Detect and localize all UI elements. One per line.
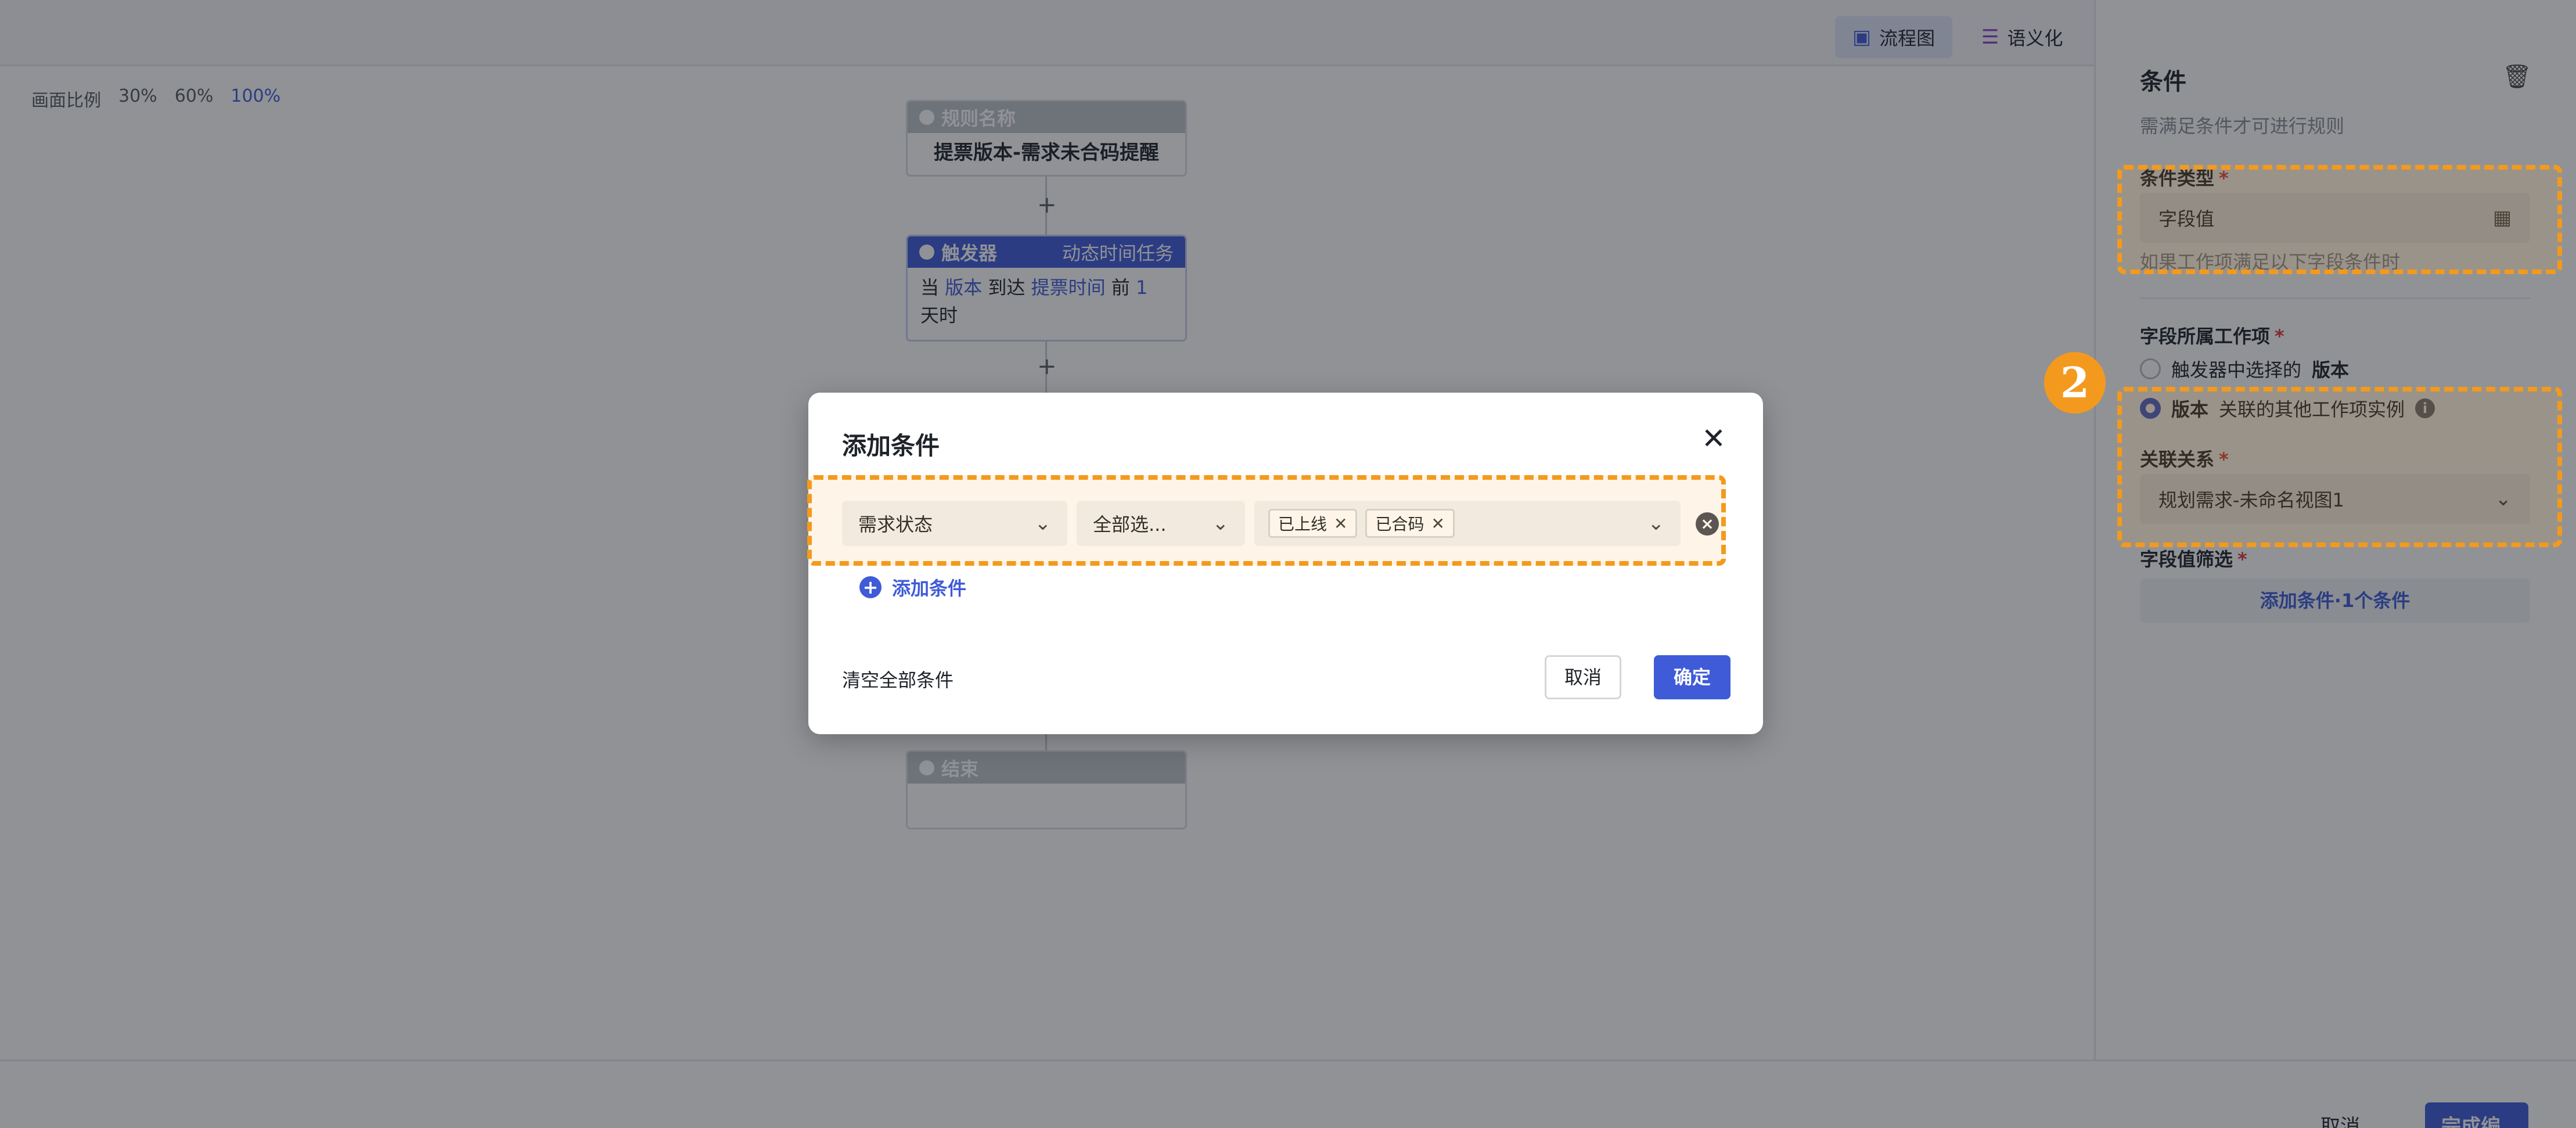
- clear-all-conditions-button[interactable]: 清空全部条件: [842, 666, 954, 692]
- plus-circle-icon: +: [859, 576, 882, 598]
- step-number-badge: 2: [2044, 352, 2106, 414]
- cancel-button[interactable]: 取消: [1545, 655, 1621, 699]
- highlight-condition-row: [807, 475, 1726, 566]
- add-condition-label: 添加条件: [892, 577, 967, 599]
- add-condition-button[interactable]: + 添加条件: [859, 574, 966, 601]
- close-icon[interactable]: ✕: [1701, 424, 1726, 453]
- highlight-condition-type: [2117, 165, 2562, 274]
- dialog-title: 添加条件: [842, 432, 940, 460]
- confirm-button[interactable]: 确定: [1654, 655, 1730, 699]
- highlight-related-items: [2117, 387, 2562, 547]
